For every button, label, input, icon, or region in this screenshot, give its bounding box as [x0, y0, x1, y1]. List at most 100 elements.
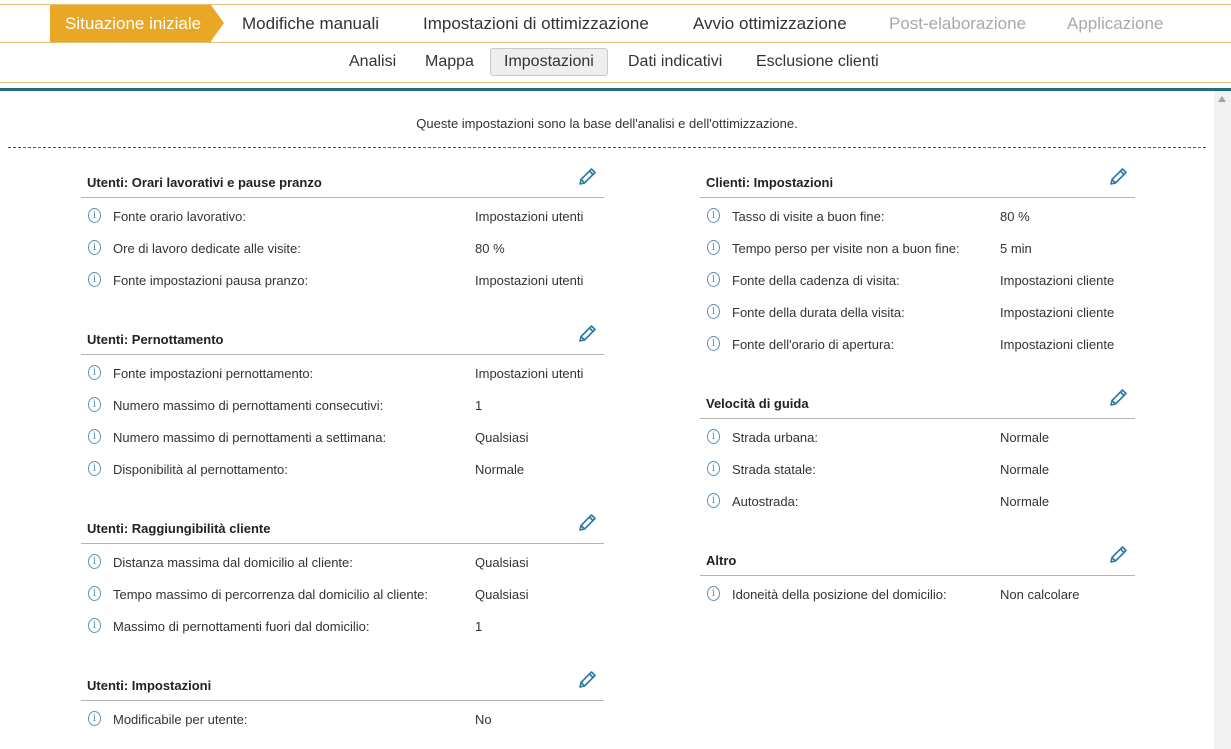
info-circle-icon[interactable]: i: [88, 461, 101, 476]
info-circle-icon[interactable]: i: [707, 493, 720, 508]
tab-dati-indicativi[interactable]: Dati indicativi: [615, 48, 735, 76]
info-circle-icon[interactable]: i: [88, 365, 101, 380]
info-circle-icon[interactable]: i: [88, 272, 101, 287]
info-circle-icon[interactable]: i: [88, 397, 101, 412]
step-impostazioni-ottimizzazione[interactable]: Impostazioni di ottimizzazione: [423, 5, 649, 42]
setting-value: Impostazioni cliente: [1000, 273, 1115, 288]
step-modifiche-manuali[interactable]: Modifiche manuali: [242, 5, 379, 42]
setting-value: Qualsiasi: [475, 555, 529, 570]
info-circle-icon[interactable]: i: [707, 586, 720, 601]
info-circle-icon[interactable]: i: [88, 618, 101, 633]
setting-value: Impostazioni utenti: [475, 273, 584, 288]
setting-row: i Numero massimo di pernottamenti a setti…: [81, 419, 604, 451]
info-circle-icon[interactable]: i: [88, 240, 101, 255]
info-circle-icon[interactable]: i: [707, 272, 720, 287]
setting-row: i Fonte della durata della visita: Imposta…: [700, 294, 1135, 326]
setting-label: Numero massimo di pernottamenti consecut…: [113, 398, 384, 413]
tab-esclusione-clienti[interactable]: Esclusione clienti: [743, 48, 892, 76]
setting-value: 1: [475, 619, 483, 634]
intro-text: Queste impostazioni sono la base dell'an…: [416, 116, 798, 131]
pencil-icon[interactable]: [576, 323, 598, 345]
setting-row: i Fonte della cadenza di visita: Impostazi…: [700, 262, 1135, 294]
info-circle-icon[interactable]: i: [707, 208, 720, 223]
section-utenti-orari-lavorativi-e-pause-pranzo: Utenti: Orari lavorativi e pause pranzo i…: [81, 168, 604, 294]
setting-row: i Distanza massima dal domicilio al clien…: [81, 544, 604, 576]
section-clienti-impostazioni: Clienti: Impostazioni i Tasso di visite a …: [700, 168, 1135, 358]
setting-label: Disponibilità al pernottamento:: [113, 462, 288, 477]
info-circle-icon[interactable]: i: [88, 208, 101, 223]
setting-value: Qualsiasi: [475, 587, 529, 602]
setting-label: Fonte della cadenza di visita:: [732, 273, 900, 288]
setting-row: i Tempo perso per visite non a buon fine:…: [700, 230, 1135, 262]
info-circle-icon[interactable]: i: [707, 429, 720, 444]
pencil-icon[interactable]: [576, 669, 598, 691]
info-circle-icon[interactable]: i: [707, 461, 720, 476]
setting-label: Tasso di visite a buon fine:: [732, 209, 885, 224]
pencil-icon[interactable]: [576, 166, 598, 188]
info-circle-icon[interactable]: i: [707, 336, 720, 351]
info-circle-icon[interactable]: i: [707, 240, 720, 255]
pencil-icon[interactable]: [576, 512, 598, 534]
setting-row: i Fonte impostazioni pausa pranzo: Imposta…: [81, 262, 604, 294]
section-header: Utenti: Raggiungibilità cliente: [81, 514, 604, 544]
setting-value: Normale: [1000, 494, 1050, 509]
setting-value: Normale: [1000, 430, 1050, 445]
setting-row: i Fonte orario lavorativo: Impostazioni ut…: [81, 198, 604, 230]
section-header: Utenti: Orari lavorativi e pause pranzo: [81, 168, 604, 198]
pencil-icon[interactable]: [1107, 387, 1129, 409]
section-title: Velocità di guida: [706, 396, 809, 411]
pencil-icon[interactable]: [1107, 166, 1129, 188]
setting-value: Qualsiasi: [475, 430, 529, 445]
step-situazione-iniziale[interactable]: Situazione iniziale: [50, 5, 225, 42]
setting-label: Fonte orario lavorativo:: [113, 209, 246, 224]
setting-row: i Fonte dell'orario di apertura: Impostazi…: [700, 326, 1135, 358]
section-utenti-pernottamento: Utenti: Pernottamento i Fonte impostazioni…: [81, 325, 604, 483]
setting-label: Autostrada:: [732, 494, 799, 509]
setting-label: Massimo di pernottamenti fuori dal domic…: [113, 619, 370, 634]
section-utenti-impostazioni: Utenti: Impostazioni i Modificabile per ut…: [81, 671, 604, 733]
section-header: Utenti: Impostazioni: [81, 671, 604, 701]
info-circle-icon[interactable]: i: [88, 711, 101, 726]
step-avvio-ottimizzazione[interactable]: Avvio ottimizzazione: [693, 5, 847, 42]
setting-label: Fonte impostazioni pausa pranzo:: [113, 273, 309, 288]
section-header: Utenti: Pernottamento: [81, 325, 604, 355]
setting-row: i Strada statale: Normale: [700, 451, 1135, 483]
tab-mappa[interactable]: Mappa: [412, 48, 487, 76]
section-velocita-di-guida: Velocità di guida i Strada urbana: Normale i…: [700, 389, 1135, 515]
process-stepper: Situazione iniziale Modifiche manuali Im…: [0, 4, 1231, 43]
vertical-scrollbar[interactable]: [1214, 91, 1231, 749]
setting-value: Non calcolare: [1000, 587, 1080, 602]
info-circle-icon[interactable]: i: [88, 586, 101, 601]
setting-value: 80 %: [475, 241, 505, 256]
setting-row: i Tasso di visite a buon fine: 80 %: [700, 198, 1135, 230]
setting-label: Strada statale:: [732, 462, 816, 477]
setting-row: i Tempo massimo di percorrenza dal domici…: [81, 576, 604, 608]
section-title: Clienti: Impostazioni: [706, 175, 834, 190]
setting-row: i Idoneità della posizione del domicilio:…: [700, 576, 1135, 608]
section-utenti-raggiungibilita-cliente: Utenti: Raggiungibilità cliente i Distanza…: [81, 514, 604, 640]
info-circle-icon[interactable]: i: [707, 304, 720, 319]
tab-impostazioni[interactable]: Impostazioni: [490, 48, 608, 76]
section-header: Clienti: Impostazioni: [700, 168, 1135, 198]
setting-value: 80 %: [1000, 209, 1030, 224]
setting-value: Impostazioni utenti: [475, 209, 584, 224]
setting-row: i Autostrada: Normale: [700, 483, 1135, 515]
dashed-divider: [8, 147, 1206, 148]
section-title: Utenti: Raggiungibilità cliente: [87, 521, 271, 536]
sub-navigation: Analisi Mappa Impostazioni Dati indicati…: [0, 43, 1231, 83]
step-applicazione: Applicazione: [1067, 14, 1164, 33]
section-title: Utenti: Orari lavorativi e pause pranzo: [87, 175, 322, 190]
setting-label: Tempo massimo di percorrenza dal domicil…: [113, 587, 429, 602]
section-title: Altro: [706, 553, 737, 568]
info-circle-icon[interactable]: i: [88, 429, 101, 444]
setting-label: Numero massimo di pernottamenti a settim…: [113, 430, 387, 445]
scroll-up-arrow-icon[interactable]: [1218, 96, 1226, 102]
tab-analisi[interactable]: Analisi: [336, 48, 409, 76]
setting-row: i Ore di lavoro dedicate alle visite: 80 %: [81, 230, 604, 262]
pencil-icon[interactable]: [1107, 544, 1129, 566]
setting-label: Tempo perso per visite non a buon fine:: [732, 241, 960, 256]
setting-value: Normale: [475, 462, 525, 477]
info-circle-icon[interactable]: i: [88, 554, 101, 569]
setting-label: Modificabile per utente:: [113, 712, 248, 727]
setting-label: Ore di lavoro dedicate alle visite:: [113, 241, 301, 256]
